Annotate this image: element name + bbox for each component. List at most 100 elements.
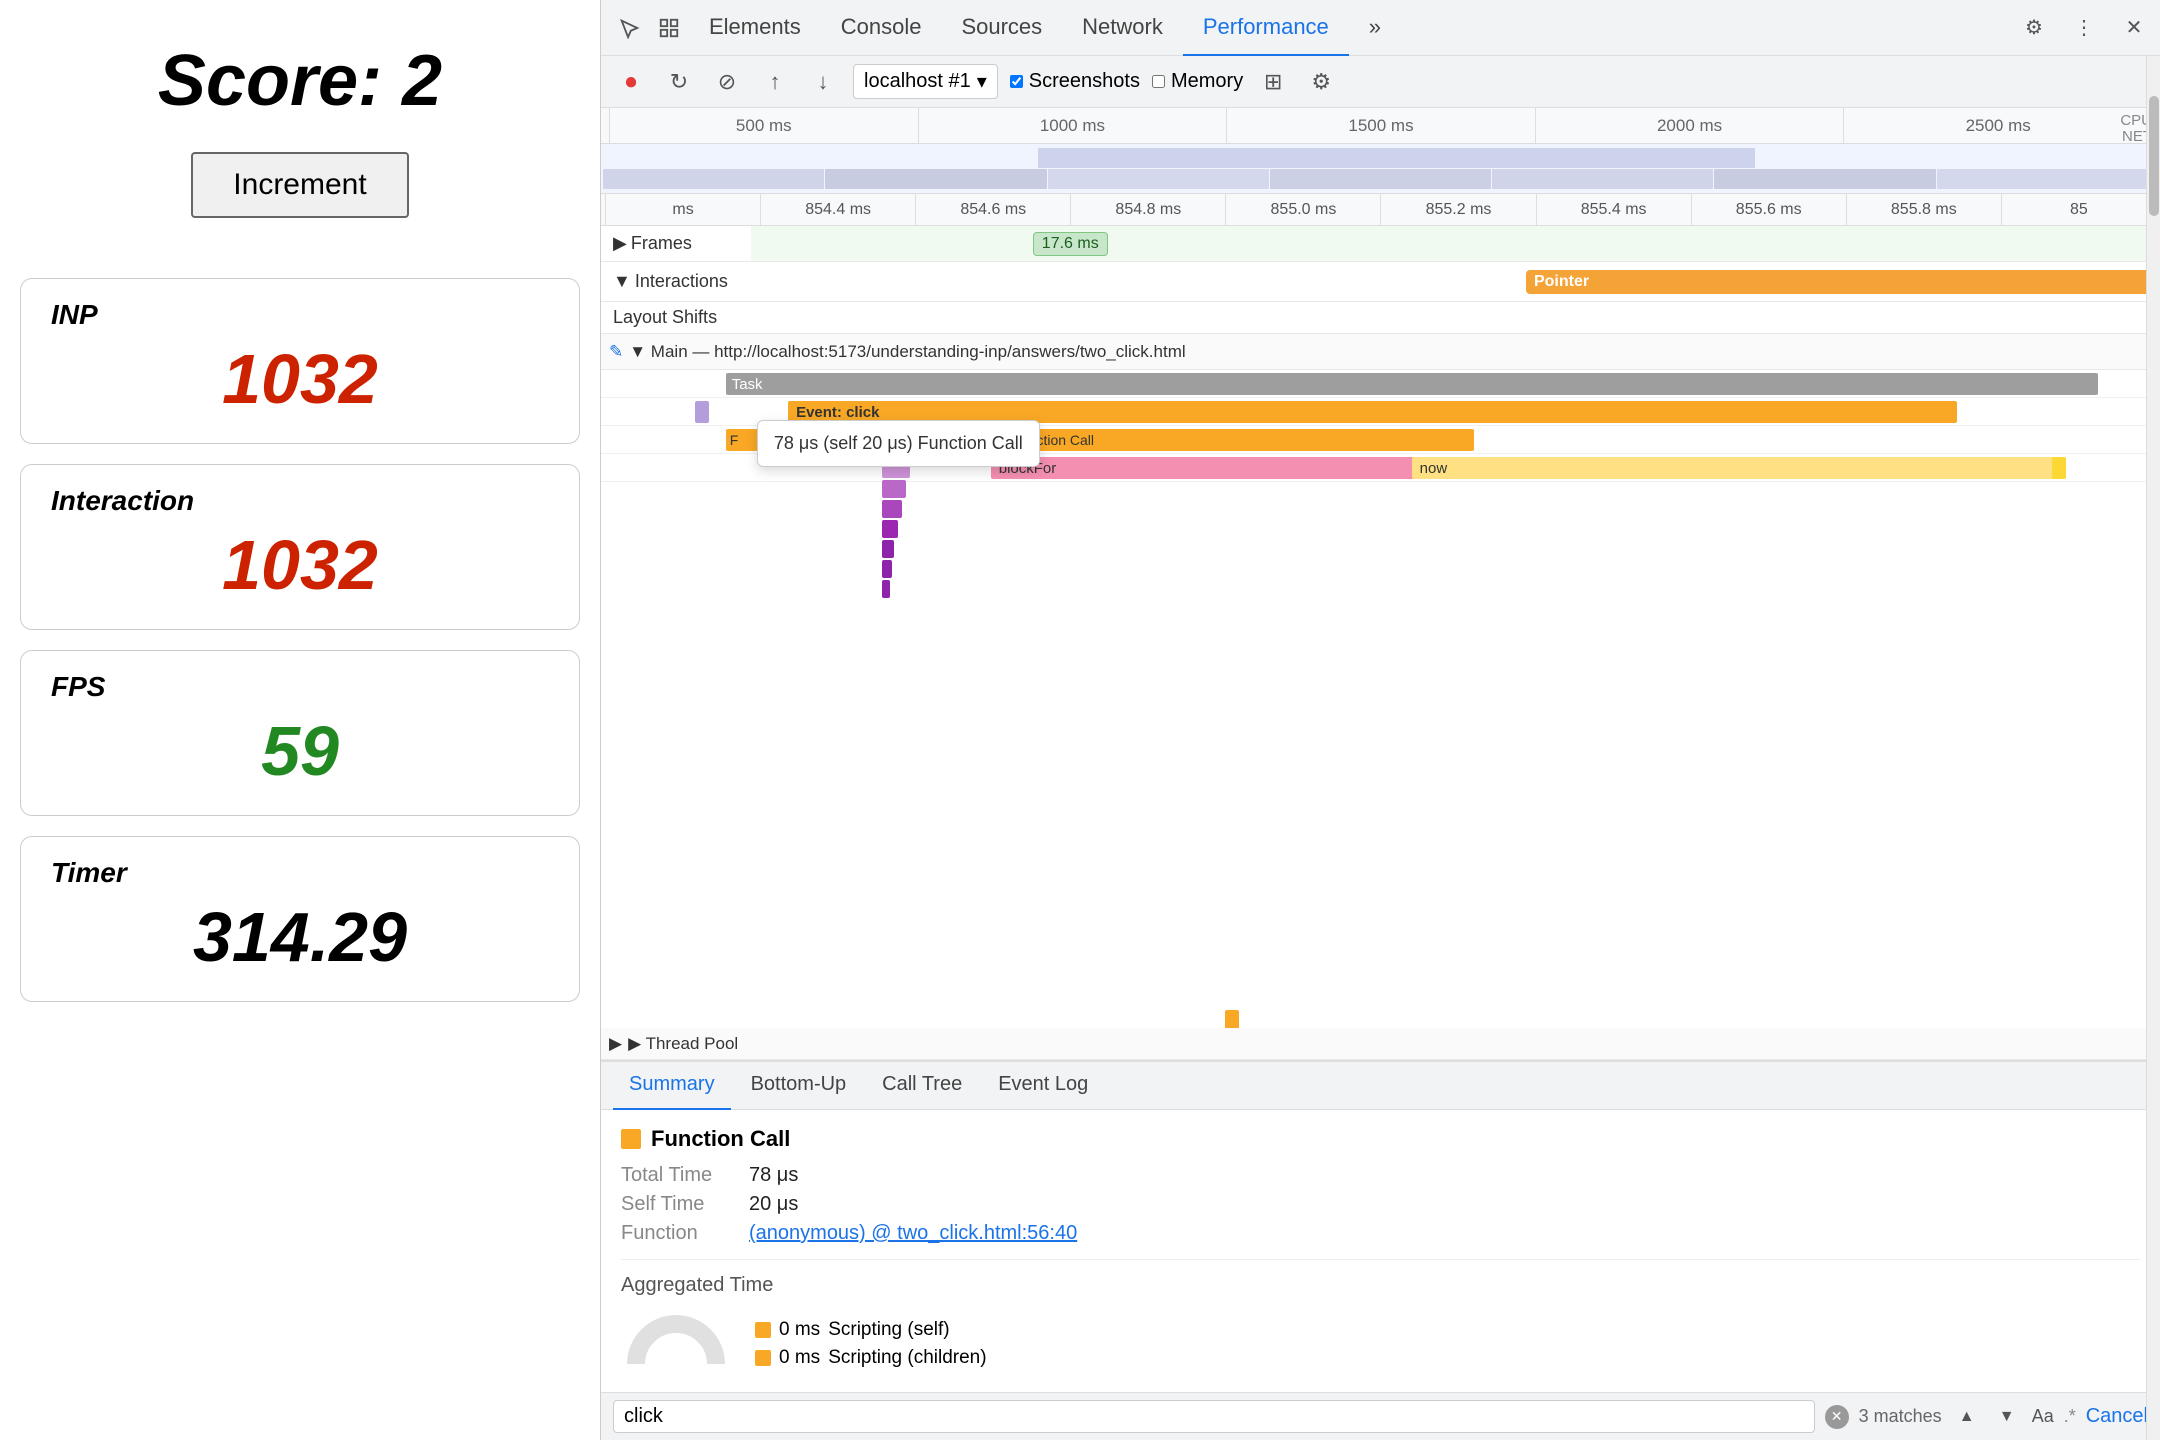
thread-pool-label: ▶ Thread Pool [628, 1034, 738, 1054]
screenshot-thumb [1270, 169, 1491, 189]
total-time-row: Total Time 78 μs [621, 1164, 2140, 1187]
function-label: Function [621, 1222, 741, 1245]
aggregated-section: Aggregated Time [621, 1259, 2140, 1379]
timer-value: 314.29 [51, 897, 549, 977]
interactions-track-row: ▼ Interactions Pointer [601, 262, 2160, 302]
session-selector[interactable]: localhost #1 ▾ [853, 64, 998, 99]
devtools-tabs: Elements Console Sources Network Perform… [689, 0, 1401, 55]
search-prev-button[interactable]: ▲ [1952, 1402, 1982, 1432]
cpu-usage-bar [1038, 148, 1755, 168]
pointer-interaction-bar[interactable]: Pointer [1526, 270, 2160, 294]
clear-x-icon: ✕ [1831, 1408, 1843, 1425]
aggregated-content: 0 ms Scripting (self) 0 ms Scripting (ch… [621, 1309, 2140, 1379]
main-thread-content: Task Event: click 78 μs (self 20 μs) Fun… [601, 370, 2160, 1060]
tab-sources[interactable]: Sources [941, 0, 1062, 56]
tab-call-tree[interactable]: Call Tree [866, 1062, 978, 1110]
perf-toolbar: ⏺ ↻ ⊘ ↑ ↓ localhost #1 ▾ Screenshots Mem… [601, 56, 2160, 108]
task-bar[interactable]: Task [726, 373, 2098, 395]
tab-elements[interactable]: Elements [689, 0, 821, 56]
perf-settings-icon[interactable]: ⚙ [1303, 64, 1339, 100]
frames-track-label: ▶ Frames [601, 233, 751, 254]
more-options-icon[interactable]: ⋮ [2066, 10, 2102, 46]
frames-arrow-icon: ▶ [613, 233, 627, 254]
memory-checkbox[interactable] [1152, 75, 1165, 88]
interactions-track-label: ▼ Interactions [601, 271, 751, 292]
thread-pool-arrow: ▶ [609, 1034, 622, 1054]
session-selector-label: localhost #1 [864, 70, 971, 93]
self-time-label: Self Time [621, 1193, 741, 1216]
regex-icon[interactable]: .* [2064, 1406, 2076, 1427]
event-click-label: Event: click [796, 404, 879, 421]
screenshot-thumb [1937, 169, 2158, 189]
detail-mark-6: 855.4 ms [1536, 194, 1691, 226]
scripting-self-value: 0 ms [779, 1319, 820, 1341]
interaction-label: Interaction [51, 485, 549, 517]
upload-icon[interactable]: ↑ [757, 64, 793, 100]
main-thread-header: ✎ ▼ Main — http://localhost:5173/underst… [601, 334, 2160, 370]
inp-value: 1032 [51, 339, 549, 419]
layout-shifts-content[interactable] [751, 302, 2160, 333]
settings-gear-icon[interactable]: ⚙ [2016, 10, 2052, 46]
tooltip-text: 78 μs (self 20 μs) Function Call [774, 433, 1023, 453]
tab-console[interactable]: Console [821, 0, 942, 56]
screenshots-checkbox-label[interactable]: Screenshots [1010, 70, 1140, 93]
purple-bar-6 [882, 560, 892, 578]
download-icon[interactable]: ↓ [805, 64, 841, 100]
reload-record-icon[interactable]: ↻ [661, 64, 697, 100]
frames-track-content[interactable]: 17.6 ms [751, 226, 2160, 261]
interactions-track-content[interactable]: Pointer [751, 262, 2160, 301]
clear-icon[interactable]: ⊘ [709, 64, 745, 100]
cpu-profile-icon[interactable]: ⊞ [1255, 64, 1291, 100]
search-next-button[interactable]: ▼ [1992, 1402, 2022, 1432]
pointer-label: Pointer [1534, 273, 1589, 291]
scripting-self-dot [755, 1322, 771, 1338]
ruler-mark-2500: 2500 ms [1843, 108, 2152, 144]
clear-search-icon[interactable]: ✕ [1825, 1405, 1849, 1429]
tab-event-log[interactable]: Event Log [982, 1062, 1104, 1110]
match-case-button[interactable]: Aa [2032, 1406, 2054, 1427]
tab-network[interactable]: Network [1062, 0, 1183, 56]
tab-bottom-up[interactable]: Bottom-Up [735, 1062, 863, 1110]
close-icon[interactable]: ✕ [2116, 10, 2152, 46]
function-value-link[interactable]: (anonymous) @ two_click.html:56:40 [749, 1222, 1077, 1245]
search-input[interactable] [613, 1400, 1815, 1433]
edit-icon: ✎ [609, 342, 623, 362]
task-label: Task [732, 376, 763, 393]
memory-label: Memory [1171, 70, 1243, 93]
ruler-mark-2000: 2000 ms [1535, 108, 1844, 144]
detail-mark-7: 855.6 ms [1691, 194, 1846, 226]
function-call-icon [621, 1129, 641, 1149]
scripting-children-legend: 0 ms Scripting (children) [755, 1347, 987, 1369]
function-call-label-bar[interactable]: Function Call [1006, 429, 1474, 451]
purple-micro-bars [882, 460, 910, 598]
tab-performance[interactable]: Performance [1183, 0, 1349, 56]
increment-button[interactable]: Increment [191, 152, 408, 218]
devtools-inspect-icon[interactable] [649, 17, 689, 39]
detail-mark-5: 855.2 ms [1380, 194, 1535, 226]
summary-function-title: Function Call [621, 1126, 2140, 1152]
purple-bar-4 [882, 520, 898, 538]
scripting-children-label: Scripting (children) [828, 1347, 986, 1369]
left-panel: Score: 2 Increment INP 1032 Interaction … [0, 0, 600, 1440]
scrollbar-thumb[interactable] [2149, 96, 2159, 216]
self-time-value: 20 μs [749, 1193, 798, 1216]
frames-pill: 17.6 ms [1033, 232, 1108, 256]
scrollbar-track[interactable] [2146, 56, 2160, 1440]
task-row: Task [601, 370, 2160, 398]
tab-summary[interactable]: Summary [613, 1062, 731, 1110]
function-call-tooltip: 78 μs (self 20 μs) Function Call [757, 420, 1040, 467]
tab-more[interactable]: » [1349, 0, 1401, 56]
screenshots-checkbox[interactable] [1010, 75, 1023, 88]
search-bar: ✕ 3 matches ▲ ▼ Aa .* Cancel [601, 1392, 2160, 1440]
now-bar[interactable]: now [1412, 457, 2067, 479]
frames-label-text: Frames [631, 233, 692, 254]
frames-track-row: ▶ Frames 17.6 ms [601, 226, 2160, 262]
memory-checkbox-label[interactable]: Memory [1152, 70, 1243, 93]
bottom-tabs: Summary Bottom-Up Call Tree Event Log [601, 1062, 2160, 1110]
cancel-search-button[interactable]: Cancel [2086, 1405, 2148, 1428]
devtools-cursor-icon[interactable] [609, 17, 649, 39]
bottom-content: Function Call Total Time 78 μs Self Time… [601, 1110, 2160, 1392]
timer-card: Timer 314.29 [20, 836, 580, 1002]
small-bar-1 [695, 401, 709, 423]
record-icon[interactable]: ⏺ [613, 64, 649, 100]
